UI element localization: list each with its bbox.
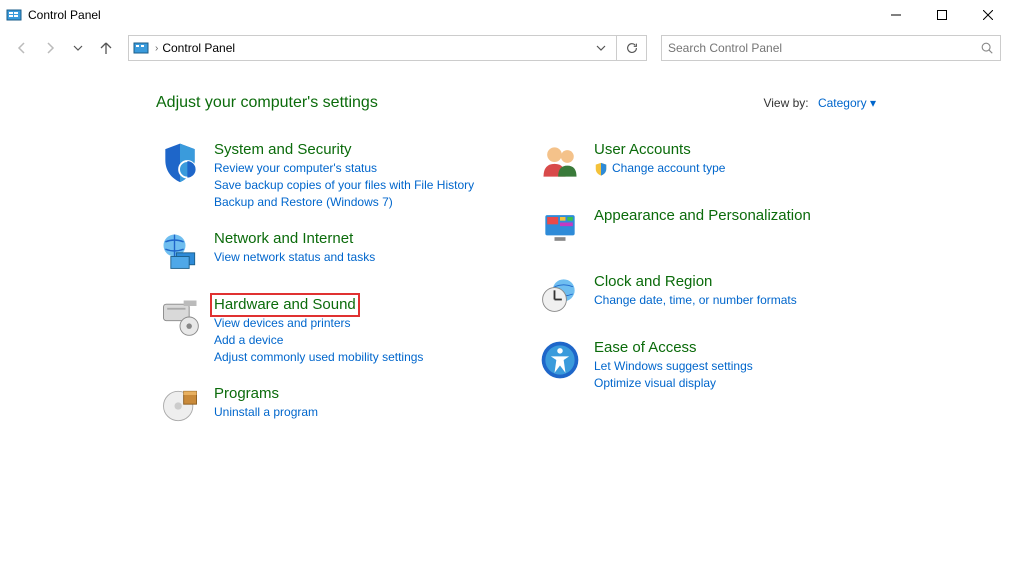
clock-and-region-icon <box>536 272 584 320</box>
refresh-button[interactable] <box>617 35 647 61</box>
breadcrumb-current[interactable]: Control Panel <box>162 41 235 55</box>
category-title-user-accounts[interactable]: User Accounts <box>594 140 725 160</box>
search-input[interactable] <box>668 41 980 55</box>
category-title-appearance-and-personalization[interactable]: Appearance and Personalization <box>594 206 811 226</box>
link-change-account-type[interactable]: Change account type <box>612 160 725 177</box>
nav-bar: › Control Panel <box>0 30 1011 66</box>
address-dropdown-icon[interactable] <box>596 43 612 53</box>
link-backup-and-restore-windows-7[interactable]: Backup and Restore (Windows 7) <box>214 194 393 211</box>
category-programs: ProgramsUninstall a program <box>156 384 496 432</box>
back-button[interactable] <box>10 36 34 60</box>
category-network-and-internet: Network and InternetView network status … <box>156 229 496 277</box>
hardware-and-sound-icon <box>156 295 204 343</box>
category-column-right: User AccountsChange account type Appearan… <box>536 140 876 432</box>
search-icon[interactable] <box>980 41 994 55</box>
category-title-system-and-security[interactable]: System and Security <box>214 140 474 160</box>
page-heading: Adjust your computer's settings <box>156 94 378 112</box>
system-and-security-icon <box>156 140 204 188</box>
forward-button[interactable] <box>38 36 62 60</box>
link-save-backup-copies-of-your-files-with-file-history[interactable]: Save backup copies of your files with Fi… <box>214 177 474 194</box>
link-add-a-device[interactable]: Add a device <box>214 332 283 349</box>
window-title: Control Panel <box>28 8 101 22</box>
category-appearance-and-personalization: Appearance and Personalization <box>536 206 876 254</box>
category-user-accounts: User AccountsChange account type <box>536 140 876 188</box>
category-system-and-security: System and SecurityReview your computer'… <box>156 140 496 211</box>
viewby-label: View by: <box>763 96 808 110</box>
network-and-internet-icon <box>156 229 204 277</box>
chevron-right-icon[interactable]: › <box>151 43 162 54</box>
link-review-your-computer-s-status[interactable]: Review your computer's status <box>214 160 377 177</box>
category-ease-of-access: Ease of AccessLet Windows suggest settin… <box>536 338 876 392</box>
link-change-date-time-or-number-formats[interactable]: Change date, time, or number formats <box>594 292 797 309</box>
minimize-button[interactable] <box>873 0 919 30</box>
category-column-left: System and SecurityReview your computer'… <box>156 140 496 432</box>
category-title-clock-and-region[interactable]: Clock and Region <box>594 272 797 292</box>
link-uninstall-a-program[interactable]: Uninstall a program <box>214 404 318 421</box>
category-clock-and-region: Clock and RegionChange date, time, or nu… <box>536 272 876 320</box>
view-by: View by: Category ▾ <box>763 96 876 110</box>
link-view-network-status-and-tasks[interactable]: View network status and tasks <box>214 249 375 266</box>
address-bar[interactable]: › Control Panel <box>128 35 617 61</box>
link-adjust-commonly-used-mobility-settings[interactable]: Adjust commonly used mobility settings <box>214 349 423 366</box>
recent-locations-button[interactable] <box>66 36 90 60</box>
user-accounts-icon <box>536 140 584 188</box>
content-area: Adjust your computer's settings View by:… <box>0 66 1011 452</box>
category-title-hardware-and-sound[interactable]: Hardware and Sound <box>214 295 423 315</box>
highlighted-category: Hardware and Sound <box>210 293 360 317</box>
link-let-windows-suggest-settings[interactable]: Let Windows suggest settings <box>594 358 753 375</box>
category-hardware-and-sound: Hardware and SoundView devices and print… <box>156 295 496 366</box>
close-button[interactable] <box>965 0 1011 30</box>
appearance-and-personalization-icon <box>536 206 584 254</box>
category-title-network-and-internet[interactable]: Network and Internet <box>214 229 375 249</box>
category-title-programs[interactable]: Programs <box>214 384 318 404</box>
maximize-button[interactable] <box>919 0 965 30</box>
ease-of-access-icon <box>536 338 584 386</box>
up-button[interactable] <box>94 36 118 60</box>
app-icon <box>6 7 22 23</box>
programs-icon <box>156 384 204 432</box>
link-optimize-visual-display[interactable]: Optimize visual display <box>594 375 716 392</box>
search-box[interactable] <box>661 35 1001 61</box>
link-view-devices-and-printers[interactable]: View devices and printers <box>214 315 351 332</box>
shield-icon <box>594 162 608 176</box>
category-title-ease-of-access[interactable]: Ease of Access <box>594 338 753 358</box>
title-bar: Control Panel <box>0 0 1011 30</box>
control-panel-icon <box>133 40 149 56</box>
viewby-dropdown[interactable]: Category ▾ <box>818 96 876 110</box>
